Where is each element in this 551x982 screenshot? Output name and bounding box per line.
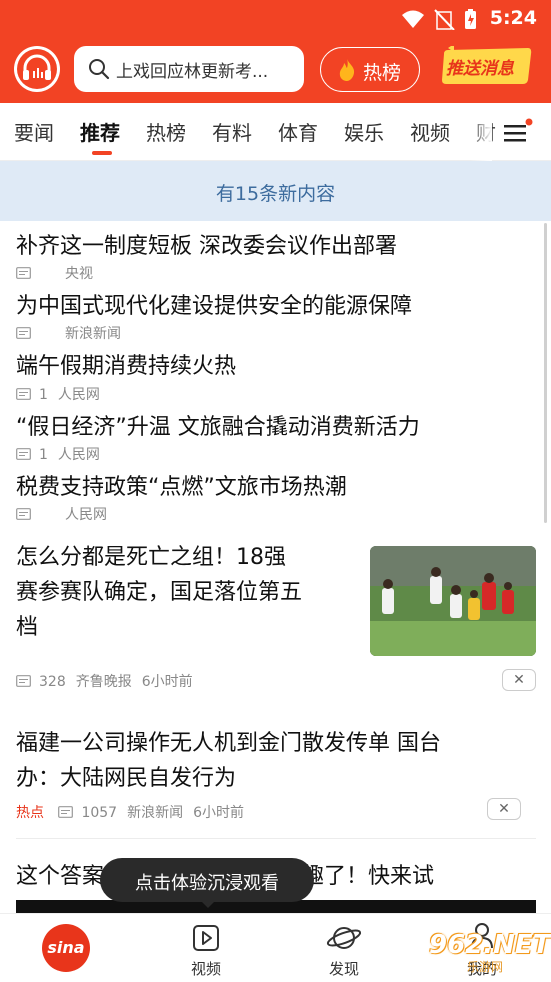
comment-count: 328 xyxy=(39,674,66,690)
divider xyxy=(16,838,536,839)
hot-list-label: 热榜 xyxy=(363,62,402,84)
tab-shipin[interactable]: 视频 xyxy=(410,117,450,146)
nav-discover-label: 发现 xyxy=(328,960,359,978)
sina-logo-text: sina xyxy=(47,938,85,957)
hot-list-button[interactable]: 热榜 xyxy=(320,47,420,92)
tooltip-arrow xyxy=(200,900,216,908)
search-placeholder: 上戏回应林更新考... xyxy=(116,62,269,82)
news-source: 人民网 xyxy=(57,447,100,463)
feature-title-line: 赛参赛队确定，国足落位第五 xyxy=(16,580,303,605)
comment-icon xyxy=(16,508,31,520)
watermark-main: 962.NET xyxy=(429,930,551,960)
scrollbar[interactable] xyxy=(544,223,547,523)
news-meta: 1 人民网 xyxy=(16,444,110,464)
news-meta: 新浪新闻 xyxy=(16,323,131,343)
news-title[interactable]: 税费支持政策“点燃”文旅市场热潮 xyxy=(16,469,347,501)
feature-thumbnail[interactable] xyxy=(370,546,536,656)
planet-icon xyxy=(326,927,362,949)
article-title-line: 办：大陆网民自发行为 xyxy=(16,766,237,791)
news-source: 央视 xyxy=(65,266,93,282)
dismiss-button[interactable]: ✕ xyxy=(502,669,536,691)
news-meta: 央视 xyxy=(16,263,103,283)
user-avatar-button[interactable] xyxy=(14,46,60,92)
tabs-fade xyxy=(470,103,492,161)
wifi-icon xyxy=(402,9,476,31)
comment-count: 1 xyxy=(39,447,48,463)
new-content-text: 有15条新内容 xyxy=(215,183,336,205)
feature-title-line: 怎么分都是死亡之组！18强 xyxy=(16,545,286,570)
article-meta: 热点 1057 新浪新闻 6小时前 xyxy=(16,802,254,822)
flame-icon xyxy=(339,59,355,81)
tab-rebang[interactable]: 热榜 xyxy=(146,117,186,146)
channel-tabs: 要闻 推荐 热榜 有料 体育 娱乐 视频 财 xyxy=(0,103,551,161)
feature-title-line: 档 xyxy=(16,615,39,640)
site-watermark: 962.NET 乐游网 xyxy=(417,930,550,974)
news-title[interactable]: 端午假期消费持续火热 xyxy=(16,348,236,380)
tab-tuijian[interactable]: 推荐 xyxy=(80,117,120,146)
news-source: 齐鲁晚报 xyxy=(75,674,132,690)
news-source: 人民网 xyxy=(65,507,107,523)
menu-icon xyxy=(504,118,533,142)
tab-youliao[interactable]: 有料 xyxy=(212,117,252,146)
news-time: 6小时前 xyxy=(193,805,245,821)
headphones-icon xyxy=(17,49,57,89)
hot-tag: 热点 xyxy=(16,805,44,821)
nav-video[interactable]: 视频 xyxy=(166,914,246,982)
nav-discover[interactable]: 发现 xyxy=(304,914,384,982)
new-content-banner[interactable]: 有15条新内容 xyxy=(0,161,551,221)
push-message-badge[interactable]: 推送消息 xyxy=(440,46,532,86)
comment-icon xyxy=(58,806,74,818)
comment-icon xyxy=(16,267,31,279)
search-icon xyxy=(89,59,110,80)
status-bar: 5:24 xyxy=(0,0,551,38)
news-time: 6小时前 xyxy=(141,674,193,690)
channel-menu-button[interactable] xyxy=(500,118,534,148)
comment-icon xyxy=(16,675,31,687)
app-header: 5:24 上戏回应林更新考... 热榜 推送消息 xyxy=(0,0,551,103)
tooltip-text: 点击体验沉浸观看 xyxy=(135,873,279,894)
status-time: 5:24 xyxy=(489,7,537,29)
comment-icon xyxy=(16,327,31,339)
news-title[interactable]: 为中国式现代化建设提供安全的能源保障 xyxy=(16,288,412,320)
tab-tiyu[interactable]: 体育 xyxy=(278,117,318,146)
news-meta: 人民网 xyxy=(16,504,117,524)
feature-meta: 328 齐鲁晚报 6小时前 xyxy=(16,671,203,691)
video-icon xyxy=(193,925,219,951)
comment-count: 1 xyxy=(39,387,48,403)
immersive-tooltip[interactable]: 点击体验沉浸观看 xyxy=(100,858,314,902)
close-icon: ✕ xyxy=(498,801,510,817)
soccer-photo xyxy=(370,546,536,656)
comment-count: 1057 xyxy=(81,805,118,821)
close-icon: ✕ xyxy=(513,672,525,688)
tab-yule[interactable]: 娱乐 xyxy=(344,117,384,146)
tab-yaowen[interactable]: 要闻 xyxy=(14,117,54,146)
news-meta: 1 人民网 xyxy=(16,384,110,404)
feature-title[interactable]: 怎么分都是死亡之组！18强 赛参赛队确定，国足落位第五 档 xyxy=(16,540,302,645)
news-title[interactable]: “假日经济”升温 文旅融合撬动消费新活力 xyxy=(16,409,420,441)
active-tab-indicator xyxy=(92,151,112,155)
news-source: 人民网 xyxy=(57,387,100,403)
search-box[interactable]: 上戏回应林更新考... xyxy=(74,46,304,92)
news-source: 新浪新闻 xyxy=(65,326,121,342)
push-message-label: 推送消息 xyxy=(446,59,514,79)
status-icons xyxy=(401,8,481,34)
nav-video-label: 视频 xyxy=(190,960,221,978)
sina-home-button[interactable]: sina xyxy=(42,924,90,972)
watermark-sub: 乐游网 xyxy=(467,960,504,974)
news-title[interactable]: 补齐这一制度短板 深改委会议作出部署 xyxy=(16,228,397,260)
comment-icon xyxy=(16,448,31,460)
article-title-line: 福建一公司操作无人机到金门散发传单 国台 xyxy=(16,731,441,756)
article-title[interactable]: 福建一公司操作无人机到金门散发传单 国台 办：大陆网民自发行为 xyxy=(16,726,441,796)
comment-icon xyxy=(16,388,31,400)
news-source: 新浪新闻 xyxy=(127,805,184,821)
dismiss-button[interactable]: ✕ xyxy=(487,798,521,820)
